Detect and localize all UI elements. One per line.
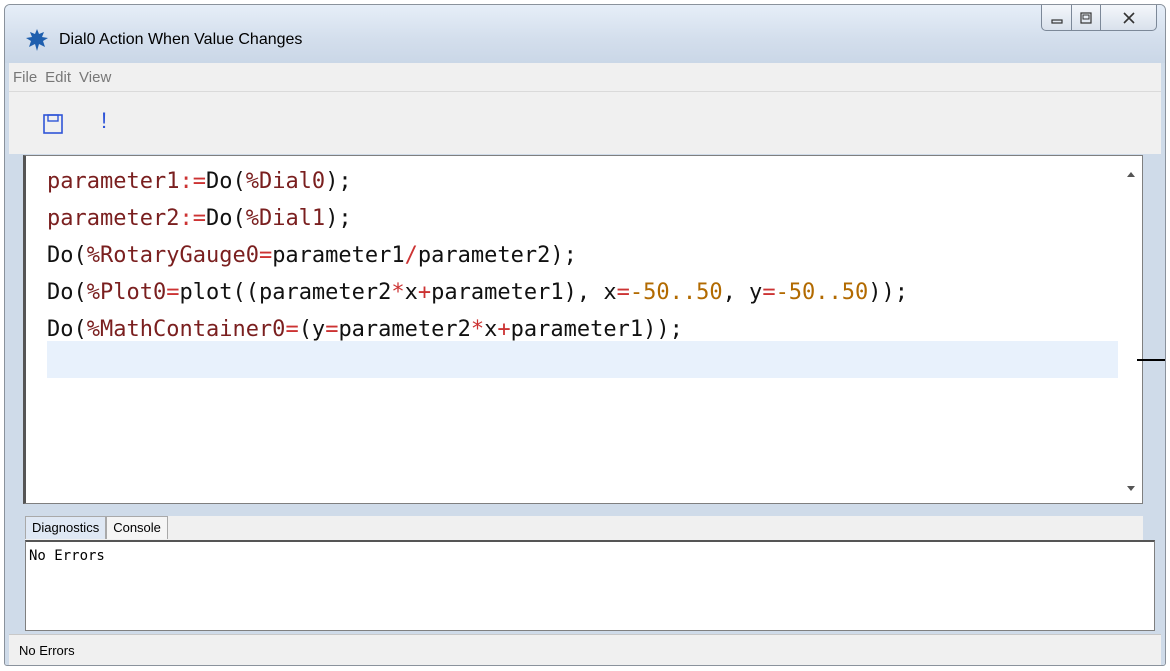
menu-view[interactable]: View: [79, 69, 111, 86]
tab-console[interactable]: Console: [106, 516, 168, 539]
code-token: Do(: [47, 317, 87, 342]
menu-edit[interactable]: Edit: [45, 69, 71, 86]
code-line[interactable]: Do(%Plot0=plot((parameter2*x+parameter1)…: [47, 274, 1118, 311]
code-token: , y: [722, 280, 763, 305]
toolbar: !: [9, 92, 1161, 154]
code-token: =: [325, 317, 339, 342]
close-icon: [1122, 11, 1135, 24]
status-text: No Errors: [19, 643, 75, 658]
code-token: );: [325, 169, 352, 194]
code-token: x: [484, 317, 498, 342]
window-frame-right: [1161, 63, 1165, 665]
code-token: x: [404, 280, 418, 305]
minimize-icon: [1050, 18, 1063, 24]
code-token: -50..50: [629, 280, 723, 305]
code-lines: parameter1:=Do(%Dial0); parameter2:=Do(%D…: [47, 163, 1118, 348]
maximize-icon: [1080, 11, 1092, 24]
code-line[interactable]: Do(%MathContainer0=(y=parameter2*x+param…: [47, 311, 1118, 348]
code-token: parameter1: [47, 169, 180, 194]
code-token: =: [166, 280, 180, 305]
code-token: %MathContainer0: [86, 317, 286, 342]
close-button[interactable]: [1101, 5, 1157, 31]
code-token: =: [762, 280, 776, 305]
code-token: *: [391, 280, 405, 305]
code-token: +: [497, 317, 511, 342]
code-token: -50..50: [775, 280, 869, 305]
code-token: =: [258, 243, 273, 268]
code-token: parameter1: [272, 243, 405, 268]
code-token: Do(: [205, 169, 246, 194]
vertical-scrollbar[interactable]: [1120, 156, 1142, 503]
code-token: %RotaryGauge0: [86, 243, 259, 268]
code-token: parameter1), x: [431, 280, 617, 305]
code-token: parameter2);: [417, 243, 577, 268]
code-token: (y: [298, 317, 326, 342]
code-token: parameter2: [47, 206, 180, 231]
code-token: =: [616, 280, 630, 305]
code-token: /: [404, 243, 418, 268]
menu-bar: File Edit View: [9, 63, 1161, 92]
maple-leaf-icon: [26, 29, 48, 51]
code-token: Do(: [47, 280, 87, 305]
editor-window: Dial0 Action When Value Changes File Edi…: [4, 4, 1166, 666]
splitter-marker[interactable]: [1137, 359, 1165, 361]
code-token: Do(: [205, 206, 246, 231]
code-line[interactable]: parameter2:=Do(%Dial1);: [47, 200, 1118, 237]
code-token: :=: [179, 206, 206, 231]
code-token: Do(: [47, 243, 87, 268]
code-token: parameter2: [338, 317, 471, 342]
menu-file[interactable]: File: [13, 69, 37, 86]
title-bar[interactable]: Dial0 Action When Value Changes: [5, 5, 1165, 63]
scroll-down-icon[interactable]: [1126, 485, 1136, 493]
minimize-button[interactable]: [1041, 5, 1072, 31]
code-token: plot((parameter2: [179, 280, 392, 305]
run-button[interactable]: !: [101, 108, 107, 134]
code-token: %Dial0: [245, 169, 326, 194]
code-token: ));: [868, 280, 909, 305]
caption-buttons: [1041, 5, 1157, 32]
code-token: +: [417, 280, 432, 305]
code-token: parameter1));: [510, 317, 683, 342]
tab-diagnostics[interactable]: Diagnostics: [25, 516, 107, 539]
diagnostics-message: No Errors: [29, 548, 105, 564]
diagnostics-panel: No Errors: [25, 540, 1155, 631]
code-token: %Plot0: [86, 280, 167, 305]
code-editor[interactable]: parameter1:=Do(%Dial0); parameter2:=Do(%D…: [23, 155, 1143, 504]
code-line[interactable]: parameter1:=Do(%Dial0);: [47, 163, 1118, 200]
code-line[interactable]: Do(%RotaryGauge0=parameter1/parameter2);: [47, 237, 1118, 274]
window-title: Dial0 Action When Value Changes: [59, 31, 303, 48]
code-token: *: [470, 317, 485, 342]
scroll-up-icon[interactable]: [1126, 170, 1136, 178]
save-icon[interactable]: [43, 114, 63, 134]
maximize-button[interactable]: [1072, 5, 1101, 31]
code-token: =: [285, 317, 299, 342]
code-token: :=: [179, 169, 206, 194]
code-token: );: [325, 206, 352, 231]
code-token: %Dial1: [245, 206, 326, 231]
bottom-tabs: Diagnostics Console: [25, 516, 1143, 540]
status-bar: No Errors: [9, 634, 1161, 665]
